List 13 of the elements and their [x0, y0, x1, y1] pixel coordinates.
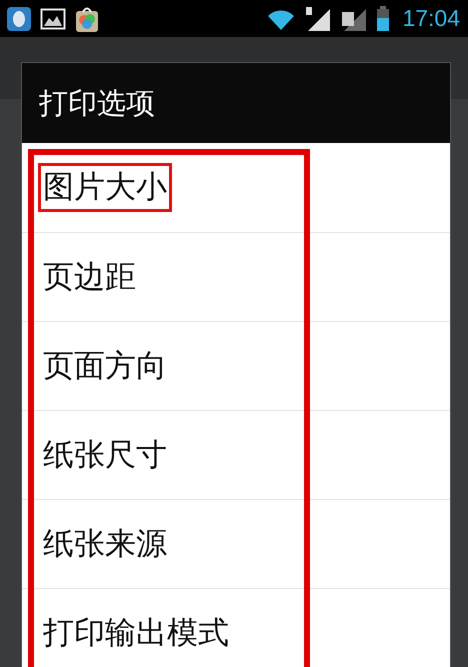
battery-icon — [376, 6, 390, 32]
option-item[interactable]: 纸张尺寸 — [22, 410, 450, 499]
option-item[interactable]: 打印输出模式 — [22, 588, 450, 667]
option-item[interactable]: 页边距 — [22, 232, 450, 321]
option-item[interactable]: 纸张来源 — [22, 499, 450, 588]
app-icon — [6, 6, 32, 32]
option-item[interactable]: 图片大小 — [22, 143, 450, 232]
image-icon — [40, 6, 66, 30]
dialog-title: 打印选项 — [39, 86, 155, 120]
status-time: 17:04 — [402, 5, 460, 32]
signal-icon — [304, 6, 332, 32]
shopping-bag-icon — [74, 4, 100, 32]
option-item[interactable]: 页面方向 — [22, 321, 450, 410]
